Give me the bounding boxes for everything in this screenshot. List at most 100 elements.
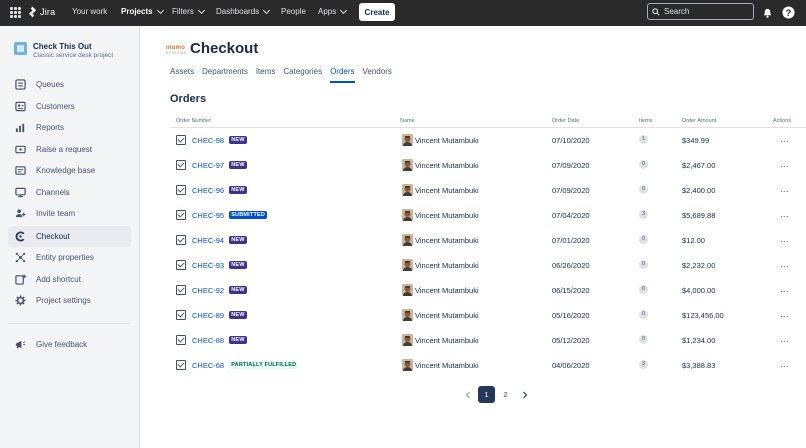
sidebar-item-queues[interactable]: Queues <box>8 74 131 95</box>
row-actions-button[interactable]: ... <box>780 159 789 169</box>
table-row[interactable]: CHEC-96 NEW Vincent Mutambuki 07/09/2020 0 $2… <box>170 178 806 203</box>
sidebar-item-raise-request[interactable]: Raise a request <box>8 139 131 160</box>
page-2-button[interactable]: 2 <box>497 386 514 403</box>
sidebar-item-label: Queues <box>36 80 65 89</box>
table-row[interactable]: CHEC-98 NEW Vincent Mutambuki 07/10/2020 1 $3… <box>170 128 806 153</box>
column-order-amount[interactable]: Order Amount <box>682 118 716 124</box>
nav-people-label: People <box>281 7 306 16</box>
order-number-link[interactable]: CHEC-88 <box>192 336 224 345</box>
nav-people[interactable]: People <box>281 7 306 16</box>
customer-name[interactable]: Vincent Mutambuki <box>415 361 479 370</box>
tab-vendors[interactable]: Vendors <box>363 67 392 83</box>
order-number-link[interactable]: CHEC-96 <box>192 186 224 195</box>
search-field[interactable] <box>647 3 754 20</box>
top-navigation-bar: Jira Your work Projects Filters Dashboar… <box>0 0 806 26</box>
jira-logo[interactable]: Jira <box>28 5 55 19</box>
table-row[interactable]: CHEC-97 NEW Vincent Mutambuki 07/09/2020 0 $2… <box>170 153 806 178</box>
nav-dashboards[interactable]: Dashboards <box>216 6 271 16</box>
row-actions-button[interactable]: ... <box>780 334 789 344</box>
previous-page-button[interactable] <box>459 386 476 403</box>
column-order-date[interactable]: Order Date <box>552 118 579 124</box>
row-actions-button[interactable]: ... <box>780 309 789 319</box>
next-page-button[interactable] <box>516 386 533 403</box>
order-number-link[interactable]: CHEC-92 <box>192 286 224 295</box>
tab-departments[interactable]: Departments <box>202 67 248 83</box>
customer-name[interactable]: Vincent Mutambuki <box>415 311 479 320</box>
table-row[interactable]: CHEC-89 NEW Vincent Mutambuki 05/16/2020 0 $1… <box>170 303 806 328</box>
row-actions-button[interactable]: ... <box>780 134 789 144</box>
table-row[interactable]: CHEC-95 SUBMITTED Vincent Mutambuki 07/04/2… <box>170 203 806 228</box>
tab-categories[interactable]: Categories <box>283 67 322 83</box>
notifications-bell-icon[interactable] <box>760 5 774 19</box>
nav-your-work[interactable]: Your work <box>72 7 107 16</box>
order-number-link[interactable]: CHEC-97 <box>192 161 224 170</box>
order-number-link[interactable]: CHEC-98 <box>192 136 224 145</box>
sidebar-item-knowledge-base[interactable]: Knowledge base <box>8 160 131 181</box>
row-actions-button[interactable]: ... <box>780 259 789 269</box>
column-order-number[interactable]: Order Number <box>176 118 211 124</box>
row-actions-button[interactable]: ... <box>780 234 789 244</box>
page-1-button[interactable]: 1 <box>478 386 495 403</box>
order-number-link[interactable]: CHEC-68 <box>192 361 224 370</box>
table-row[interactable]: CHEC-94 NEW Vincent Mutambuki 07/01/2020 0 $1… <box>170 228 806 253</box>
nav-projects[interactable]: Projects <box>121 6 164 16</box>
customer-name[interactable]: Vincent Mutambuki <box>415 161 479 170</box>
column-name[interactable]: Name <box>400 118 415 124</box>
table-row[interactable]: CHEC-88 NEW Vincent Mutambuki 05/12/2020 0 $1… <box>170 328 806 353</box>
customer-name[interactable]: Vincent Mutambuki <box>415 336 479 345</box>
row-checkbox[interactable] <box>176 185 186 195</box>
order-number-link[interactable]: CHEC-94 <box>192 236 224 245</box>
app-switcher-icon[interactable] <box>10 7 21 18</box>
order-number-link[interactable]: CHEC-93 <box>192 261 224 270</box>
order-number-link[interactable]: CHEC-89 <box>192 311 224 320</box>
tab-items[interactable]: Items <box>256 67 276 83</box>
sidebar-item-add-shortcut[interactable]: Add shortcut <box>8 269 131 290</box>
help-icon[interactable]: ? <box>781 5 795 19</box>
nav-apps[interactable]: Apps <box>318 6 348 16</box>
sidebar-item-entity-properties[interactable]: Entity properties <box>8 247 131 268</box>
order-number-link[interactable]: CHEC-95 <box>192 211 224 220</box>
tab-assets[interactable]: Assets <box>170 67 194 83</box>
customer-name[interactable]: Vincent Mutambuki <box>415 186 479 195</box>
row-actions-button[interactable]: ... <box>780 284 789 294</box>
customer-name[interactable]: Vincent Mutambuki <box>415 236 479 245</box>
search-input[interactable] <box>664 7 744 16</box>
row-checkbox[interactable] <box>176 260 186 270</box>
table-row[interactable]: CHEC-92 NEW Vincent Mutambuki 06/15/2020 0 $4… <box>170 278 806 303</box>
row-checkbox[interactable] <box>176 235 186 245</box>
customer-name[interactable]: Vincent Mutambuki <box>415 286 479 295</box>
column-items[interactable]: Items <box>639 118 652 124</box>
table-row[interactable]: CHEC-68 PARTIALLY FULFILLED Vincent Mutamb… <box>170 353 806 378</box>
sidebar-item-reports[interactable]: Reports <box>8 117 131 138</box>
avatar <box>402 209 413 221</box>
row-checkbox[interactable] <box>176 285 186 295</box>
table-row[interactable]: CHEC-93 NEW Vincent Mutambuki 06/26/2020 0 $2… <box>170 253 806 278</box>
row-checkbox[interactable] <box>176 210 186 220</box>
customer-name[interactable]: Vincent Mutambuki <box>415 261 479 270</box>
row-checkbox[interactable] <box>176 310 186 320</box>
create-button[interactable]: Create <box>359 3 395 21</box>
give-feedback-label: Give feedback <box>36 340 88 349</box>
row-checkbox[interactable] <box>176 360 186 370</box>
sidebar-item-project-settings[interactable]: Project settings <box>8 290 131 311</box>
nav-filters[interactable]: Filters <box>172 6 205 16</box>
row-checkbox[interactable] <box>176 335 186 345</box>
tab-orders[interactable]: Orders <box>330 67 355 83</box>
avatar <box>402 334 413 346</box>
sidebar-item-label: Reports <box>36 123 65 132</box>
row-checkbox[interactable] <box>176 160 186 170</box>
row-checkbox[interactable] <box>176 135 186 145</box>
give-feedback-link[interactable]: Give feedback <box>8 334 131 355</box>
project-header[interactable]: Check This Out Classic service desk proj… <box>14 42 113 59</box>
sidebar-item-invite-team[interactable]: Invite team <box>8 203 131 224</box>
items-count: 1 <box>639 135 648 144</box>
sidebar-item-customers[interactable]: Customers <box>8 96 131 117</box>
sidebar-item-channels[interactable]: Channels <box>8 182 131 203</box>
row-actions-button[interactable]: ... <box>780 209 789 219</box>
row-actions-button[interactable]: ... <box>780 184 789 194</box>
sidebar-item-checkout[interactable]: Checkout <box>8 226 131 247</box>
order-amount: $2,400.00 <box>682 186 716 195</box>
customer-name[interactable]: Vincent Mutambuki <box>415 211 479 220</box>
row-actions-button[interactable]: ... <box>780 359 789 369</box>
customer-name[interactable]: Vincent Mutambuki <box>415 136 479 145</box>
